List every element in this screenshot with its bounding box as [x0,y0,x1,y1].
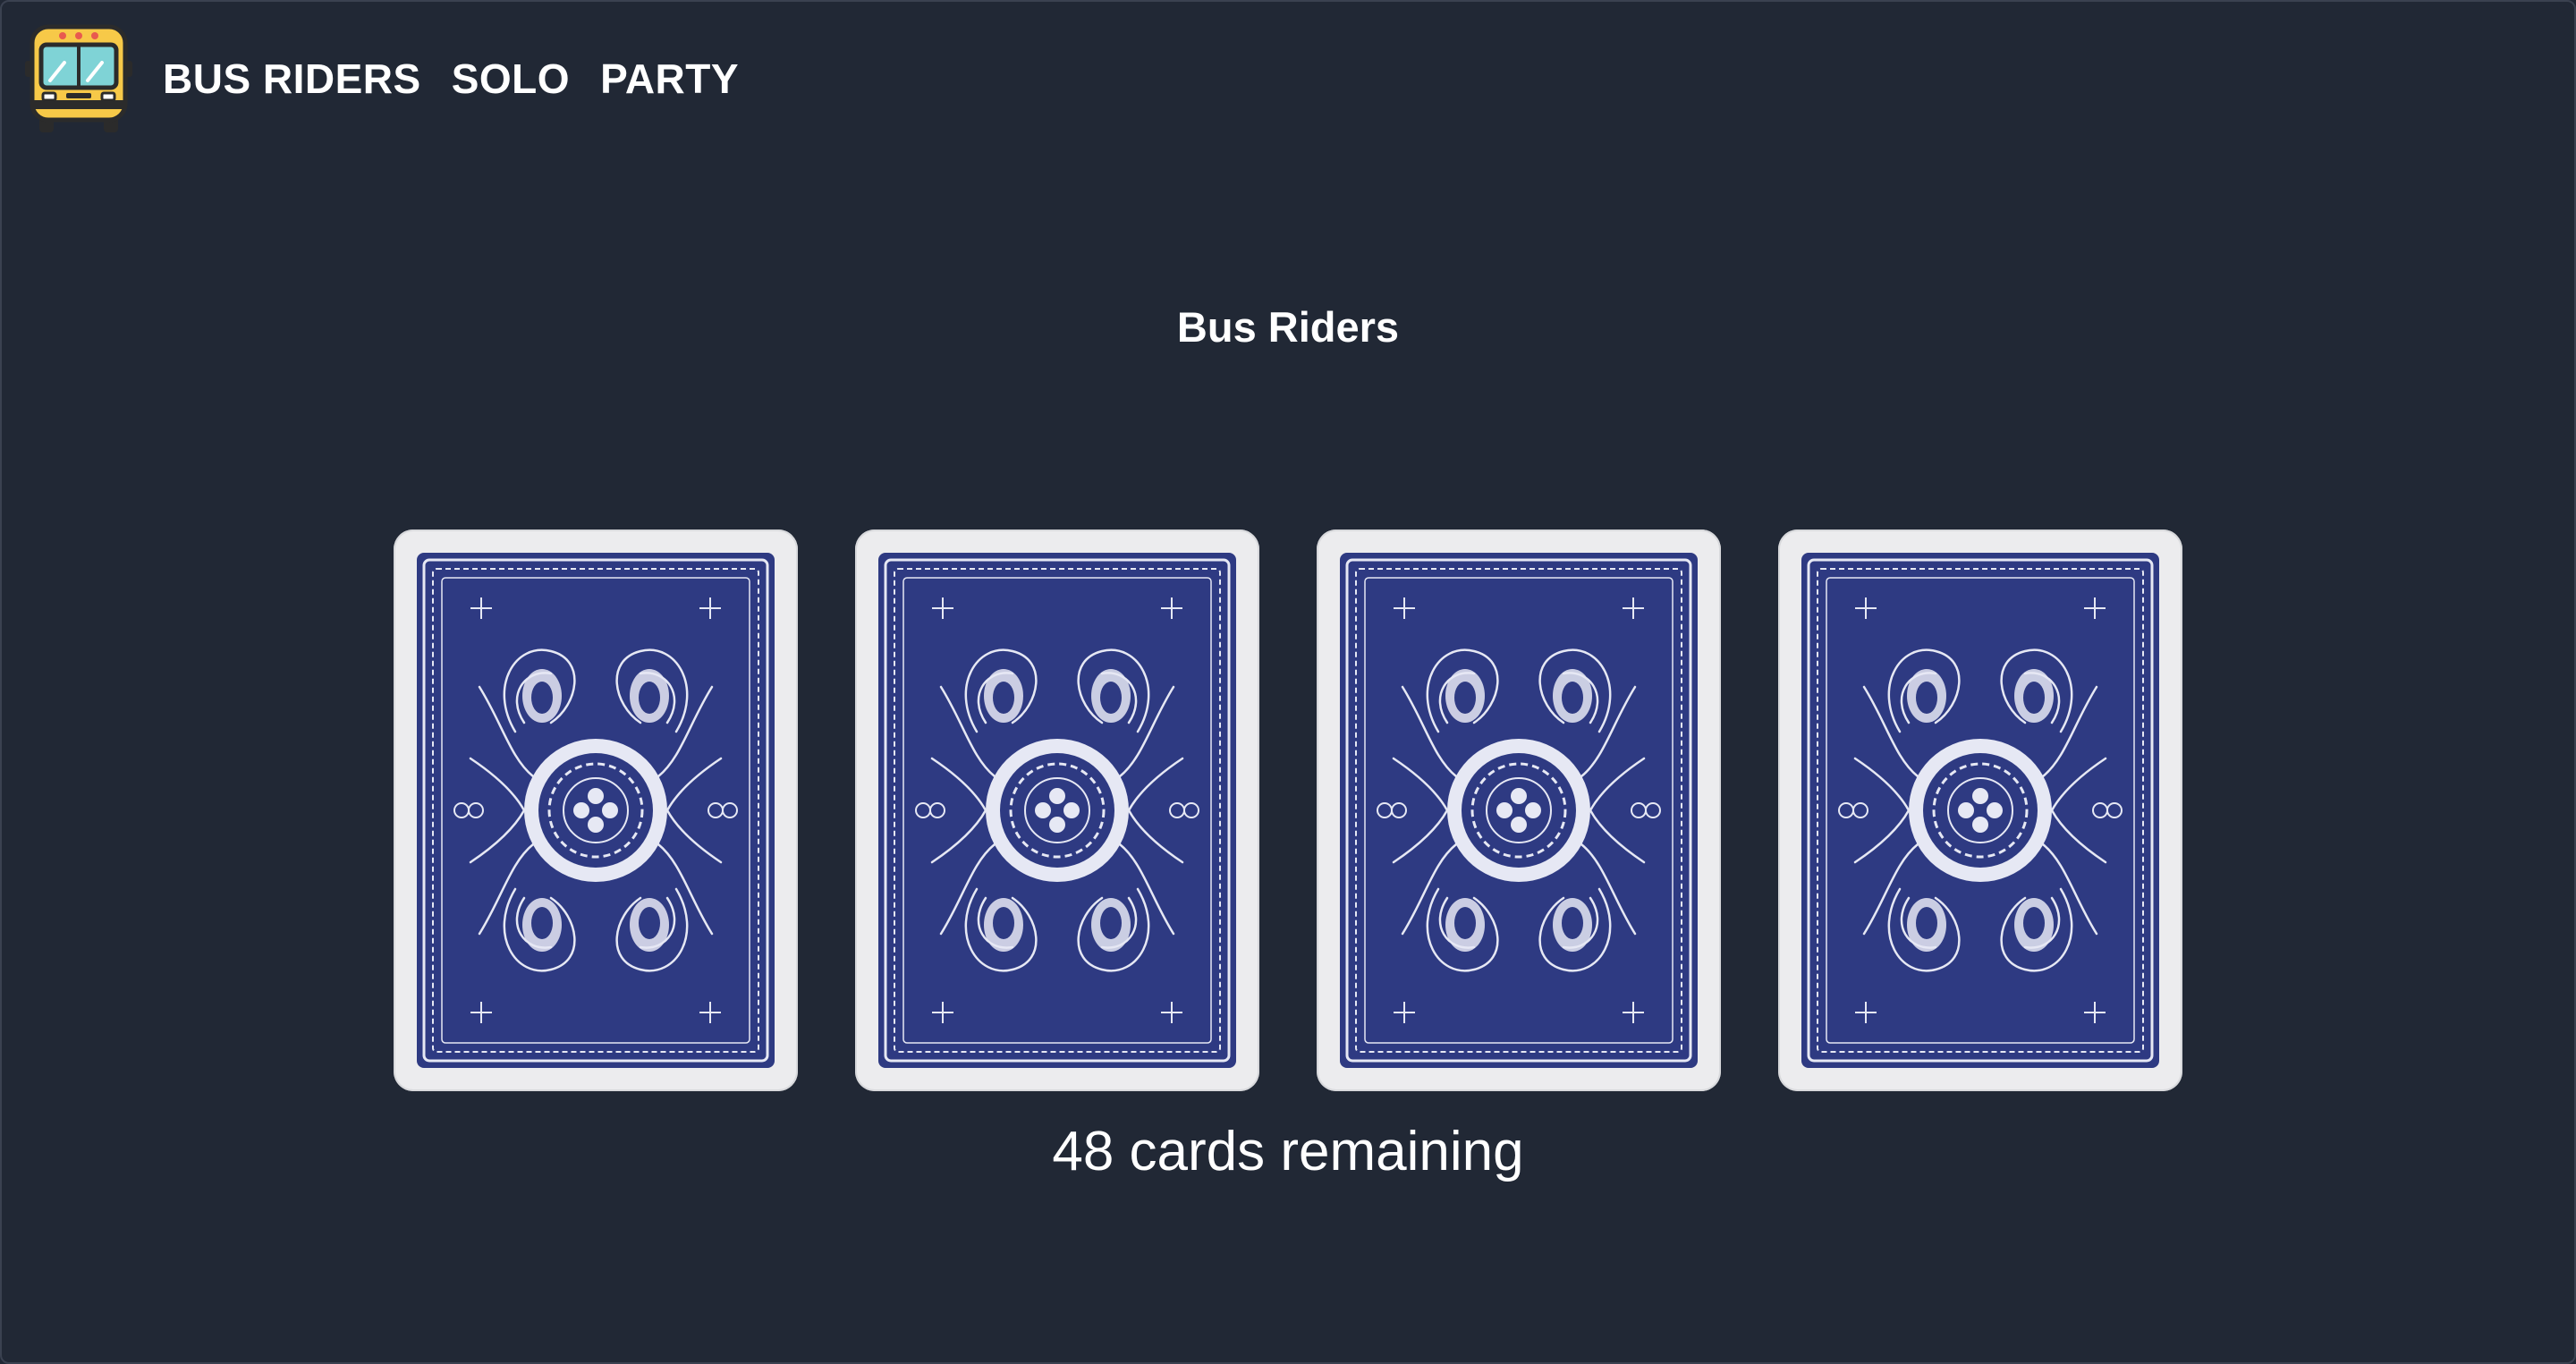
nav-link-solo[interactable]: SOLO [452,55,570,103]
card-back-pattern-icon [878,553,1236,1068]
top-nav: BUS RIDERS SOLO PARTY [25,23,769,134]
card-2[interactable] [855,530,1259,1091]
page-title: Bus Riders [1176,303,1400,351]
nav-link-bus-riders[interactable]: BUS RIDERS [163,55,421,103]
card-back-pattern-icon [1340,553,1698,1068]
card-3[interactable] [1317,530,1721,1091]
cards-remaining-text: 48 cards remaining [1052,1121,1524,1182]
bus-logo-icon[interactable] [25,23,132,134]
card-1[interactable] [394,530,798,1091]
card-4[interactable] [1778,530,2182,1091]
card-back-pattern-icon [1801,553,2159,1068]
card-row [394,530,2182,1091]
nav-link-party[interactable]: PARTY [600,55,739,103]
card-back-pattern-icon [417,553,775,1068]
